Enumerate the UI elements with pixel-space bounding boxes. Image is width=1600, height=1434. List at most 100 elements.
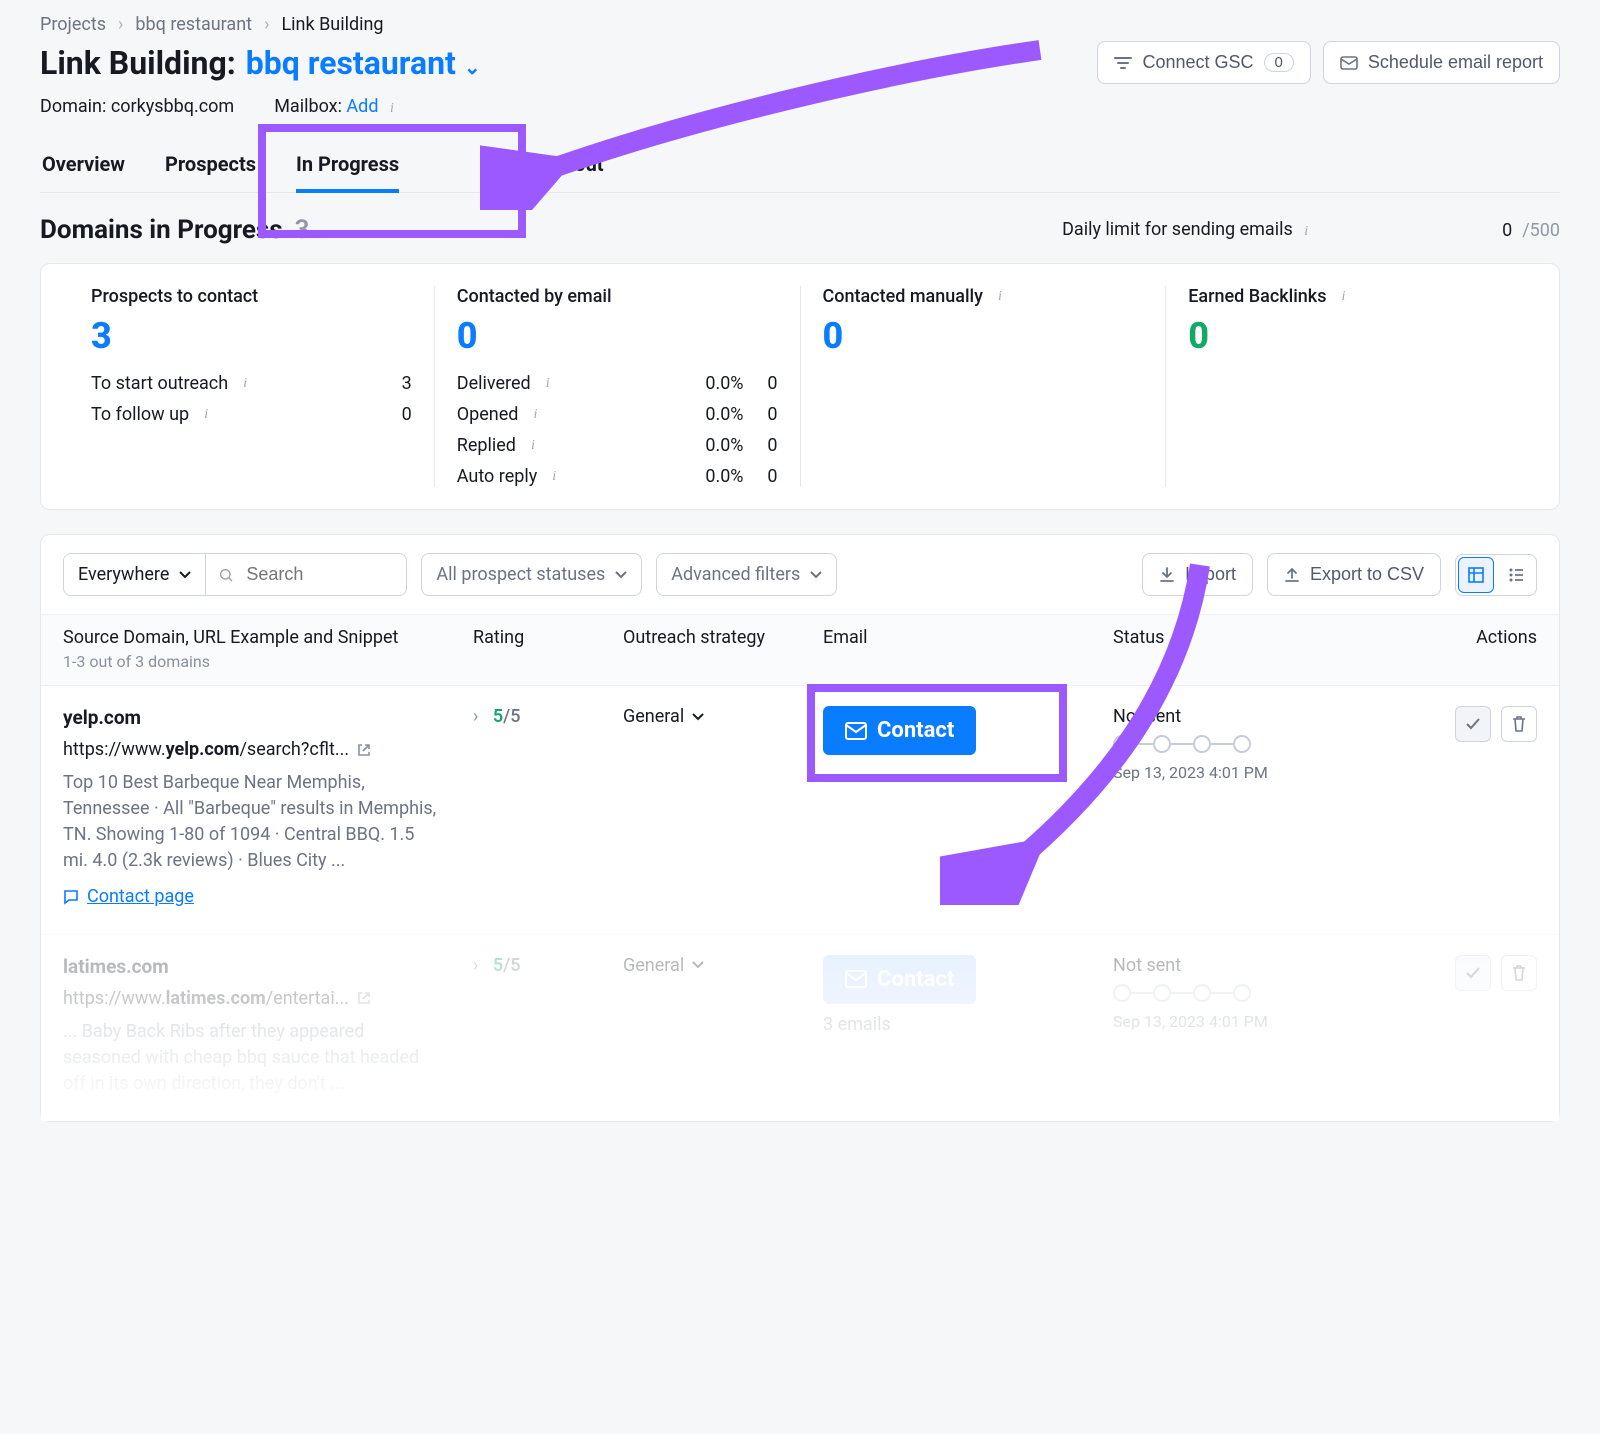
- trash-icon: [1512, 716, 1526, 732]
- view-list-button[interactable]: [1496, 555, 1536, 595]
- row-domain[interactable]: latimes.com: [63, 955, 473, 978]
- status-filter-label: All prospect statuses: [436, 564, 605, 585]
- col-status: Status: [1113, 627, 1363, 671]
- strategy-label: General: [623, 706, 684, 727]
- chevron-down-icon: [615, 571, 627, 579]
- gsc-count-badge: 0: [1264, 53, 1294, 72]
- import-label: Import: [1185, 564, 1236, 585]
- section-count: 3: [295, 215, 310, 245]
- card-prospects-value: 3: [91, 315, 412, 357]
- advanced-filters-dropdown[interactable]: Advanced filters: [656, 553, 837, 596]
- breadcrumb-root[interactable]: Projects: [40, 14, 106, 35]
- daily-limit-label: Daily limit for sending emails: [1062, 219, 1293, 240]
- strategy-dropdown[interactable]: General: [623, 706, 704, 727]
- chat-icon: [63, 889, 79, 905]
- mark-done-button[interactable]: [1455, 955, 1491, 991]
- import-button[interactable]: Import: [1142, 553, 1253, 596]
- emails-count: 3 emails: [823, 1014, 1113, 1035]
- breadcrumb-project[interactable]: bbq restaurant: [135, 14, 252, 35]
- prospects-row-follow: To follow up: [91, 404, 189, 425]
- card-manual-value: 0: [823, 315, 1144, 357]
- info-icon[interactable]: i: [524, 437, 542, 455]
- url-prefix: https://www.: [63, 988, 166, 1009]
- prospects-row-start-n[interactable]: 3: [378, 373, 412, 394]
- url-suffix: /search?cflt...: [240, 739, 350, 760]
- delete-button[interactable]: [1501, 955, 1537, 991]
- contact-button-label: Contact: [877, 967, 954, 992]
- contact-button-label: Contact: [877, 718, 954, 743]
- delete-button[interactable]: [1501, 706, 1537, 742]
- info-icon[interactable]: i: [197, 406, 215, 424]
- info-icon[interactable]: i: [383, 100, 401, 118]
- status-steps: [1113, 984, 1363, 1002]
- row-opened-pct: 0.0%: [674, 404, 744, 425]
- trash-icon: [1512, 965, 1526, 981]
- table-panel: Everywhere All prospect statuses Advance…: [40, 534, 1560, 1122]
- info-icon[interactable]: i: [1297, 223, 1315, 241]
- row-url[interactable]: https://www.latimes.com/entertai...: [63, 988, 473, 1009]
- search-input[interactable]: [206, 554, 406, 595]
- chevron-down-icon: [179, 571, 191, 579]
- contact-button[interactable]: Contact: [823, 706, 976, 755]
- row-autoreply-n: 0: [744, 466, 778, 487]
- table-row: yelp.com https://www.yelp.com/search?cfl…: [41, 685, 1559, 934]
- connect-gsc-button[interactable]: Connect GSC 0: [1097, 41, 1310, 84]
- rating-of: /5: [503, 955, 520, 976]
- mail-icon: [845, 722, 867, 740]
- tab-overview[interactable]: Overview: [40, 140, 127, 192]
- mark-done-button[interactable]: [1455, 706, 1491, 742]
- daily-limit: Daily limit for sending emails i 0/500: [1062, 219, 1560, 241]
- status-date: Sep 13, 2023 4:01 PM: [1113, 763, 1363, 782]
- chevron-down-icon: [810, 571, 822, 579]
- card-earned-title: Earned Backlinks: [1188, 286, 1326, 307]
- mailbox-add-link[interactable]: Add: [346, 96, 378, 117]
- card-email-value: 0: [457, 315, 778, 357]
- row-url[interactable]: https://www.yelp.com/search?cflt...: [63, 739, 473, 760]
- chevron-right-icon[interactable]: ›: [473, 706, 478, 727]
- info-icon[interactable]: i: [526, 406, 544, 424]
- page-title: Link Building: bbq restaurant ⌄: [40, 44, 481, 82]
- search-scope-dropdown[interactable]: Everywhere: [64, 554, 206, 595]
- breadcrumb-leaf: Link Building: [281, 14, 383, 35]
- view-table-button[interactable]: [1458, 557, 1494, 593]
- row-autoreply: Auto reply: [457, 466, 538, 487]
- col-source: Source Domain, URL Example and Snippet: [63, 627, 473, 648]
- card-prospects-title: Prospects to contact: [91, 286, 258, 307]
- strategy-label: General: [623, 955, 684, 976]
- row-delivered-n: 0: [744, 373, 778, 394]
- project-switcher[interactable]: bbq restaurant ⌄: [246, 44, 481, 82]
- schedule-email-button[interactable]: Schedule email report: [1323, 41, 1560, 84]
- strategy-dropdown[interactable]: General: [623, 955, 704, 976]
- daily-limit-used: 0: [1502, 220, 1512, 241]
- contact-page-link[interactable]: Contact page: [63, 886, 194, 907]
- info-icon[interactable]: i: [539, 375, 557, 393]
- status-filter-dropdown[interactable]: All prospect statuses: [421, 553, 642, 596]
- status-steps: [1113, 735, 1363, 753]
- prospects-row-follow-n: 0: [378, 404, 412, 425]
- contact-button[interactable]: Contact: [823, 955, 976, 1004]
- download-icon: [1159, 567, 1175, 583]
- info-icon[interactable]: i: [545, 468, 563, 486]
- contact-page-label: Contact page: [87, 886, 194, 907]
- row-delivered-pct: 0.0%: [674, 373, 744, 394]
- info-icon[interactable]: i: [1334, 288, 1352, 306]
- row-replied: Replied: [457, 435, 516, 456]
- info-icon[interactable]: i: [991, 288, 1009, 306]
- tab-prospects[interactable]: Prospects: [163, 140, 258, 192]
- export-button[interactable]: Export to CSV: [1267, 553, 1441, 596]
- tab-about[interactable]: About: [548, 140, 606, 192]
- tab-in-progress[interactable]: In Progress: [294, 140, 401, 192]
- row-domain[interactable]: yelp.com: [63, 706, 473, 729]
- mailbox-label: Mailbox:: [274, 96, 342, 117]
- external-link-icon: [357, 991, 371, 1005]
- url-bold: latimes.com: [166, 988, 266, 1009]
- rating-num: 5: [493, 955, 503, 976]
- upload-icon: [1284, 567, 1300, 583]
- domain-value: corkysbbq.com: [111, 96, 234, 117]
- prospects-row-start: To start outreach: [91, 373, 228, 394]
- info-icon[interactable]: i: [236, 375, 254, 393]
- chevron-right-icon[interactable]: ›: [473, 955, 478, 976]
- chevron-right-icon: ›: [264, 14, 269, 35]
- connect-gsc-label: Connect GSC: [1142, 52, 1253, 73]
- rating-of: /5: [503, 706, 520, 727]
